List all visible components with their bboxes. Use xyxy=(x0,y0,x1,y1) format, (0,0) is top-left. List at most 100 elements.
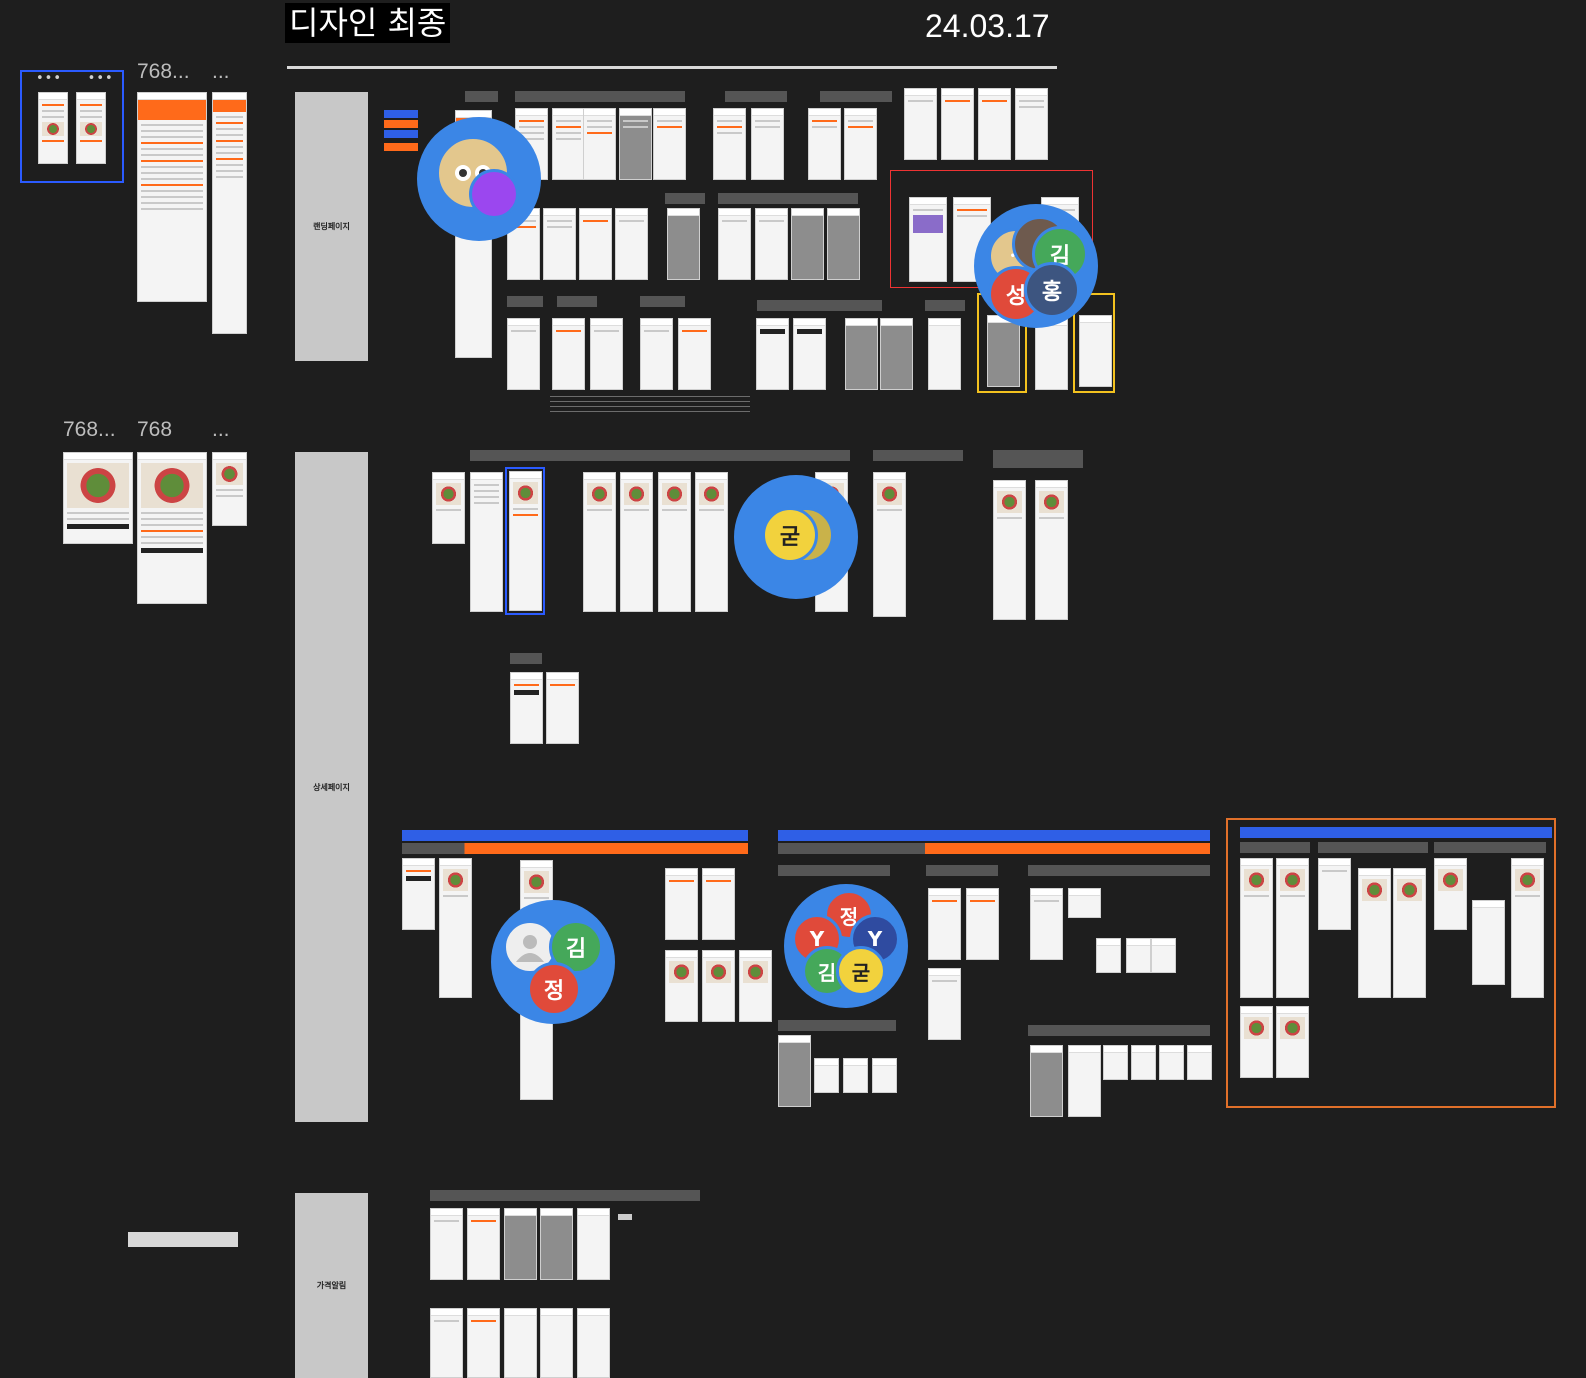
mini-banner[interactable] xyxy=(384,143,418,151)
screen[interactable] xyxy=(978,88,1011,160)
screen[interactable] xyxy=(928,888,961,960)
mini-banner[interactable] xyxy=(384,120,418,128)
screen[interactable] xyxy=(904,88,937,160)
screen[interactable] xyxy=(579,208,612,280)
screen[interactable] xyxy=(987,315,1020,387)
screen[interactable] xyxy=(739,950,772,1022)
screen[interactable] xyxy=(1240,858,1273,998)
screen[interactable] xyxy=(504,1308,537,1378)
more-label[interactable]: ... xyxy=(212,418,230,442)
screen[interactable] xyxy=(615,208,648,280)
collaborator-cursor[interactable]: 굳 xyxy=(734,475,858,599)
screen[interactable] xyxy=(1096,938,1121,973)
more-label[interactable]: ... xyxy=(212,60,230,84)
placeholder-bar[interactable] xyxy=(128,1232,238,1247)
screen[interactable] xyxy=(583,108,616,180)
screen[interactable] xyxy=(540,1308,573,1378)
mini-banner[interactable] xyxy=(384,130,418,138)
screen[interactable] xyxy=(509,471,542,611)
screen[interactable] xyxy=(808,108,841,180)
screen[interactable] xyxy=(1318,858,1351,930)
screen[interactable] xyxy=(504,1208,537,1280)
screen[interactable] xyxy=(1068,888,1101,918)
screen[interactable] xyxy=(467,1308,500,1378)
detail-frame-narrow[interactable] xyxy=(212,452,247,526)
screen[interactable] xyxy=(941,88,974,160)
timeline-bar-blue[interactable] xyxy=(1240,827,1552,838)
frame-label[interactable]: 768... xyxy=(137,60,190,84)
screen[interactable] xyxy=(966,888,999,960)
screen[interactable] xyxy=(543,208,576,280)
screen[interactable] xyxy=(1131,1045,1156,1080)
screen[interactable] xyxy=(791,208,824,280)
screen[interactable] xyxy=(1276,1006,1309,1078)
detail-frame-768[interactable] xyxy=(137,452,207,604)
screen[interactable] xyxy=(1511,858,1544,998)
screen[interactable] xyxy=(695,472,728,612)
screen[interactable] xyxy=(470,472,503,612)
screen[interactable] xyxy=(993,480,1026,620)
small-label[interactable] xyxy=(618,1214,632,1220)
frame-label[interactable]: 768 xyxy=(137,418,172,442)
selected-screen[interactable] xyxy=(505,467,545,615)
screen[interactable] xyxy=(844,108,877,180)
collaborator-cursor[interactable]: 김 정 xyxy=(491,900,615,1024)
screen[interactable] xyxy=(1079,315,1112,387)
detail-frame-768[interactable] xyxy=(63,452,133,544)
screen[interactable] xyxy=(778,1035,811,1107)
screen[interactable] xyxy=(814,1058,839,1093)
screen[interactable] xyxy=(1472,900,1505,985)
screen[interactable] xyxy=(909,197,947,282)
screen[interactable] xyxy=(928,318,961,390)
selected-frame[interactable]: ••• ••• xyxy=(20,70,124,183)
landing-frame-narrow[interactable] xyxy=(212,92,247,334)
screen[interactable] xyxy=(756,318,789,390)
timeline-bar-blue[interactable] xyxy=(778,830,1210,841)
section-price-alert[interactable]: 가격알림 xyxy=(295,1193,368,1378)
screen[interactable] xyxy=(540,1208,573,1280)
screen[interactable] xyxy=(590,318,623,390)
collaborator-cursor[interactable]: 정 Y Y 김 굳 xyxy=(784,884,908,1008)
screen[interactable] xyxy=(718,208,751,280)
screen[interactable] xyxy=(577,1308,610,1378)
screen[interactable] xyxy=(439,858,472,998)
screen[interactable] xyxy=(827,208,860,280)
screen[interactable] xyxy=(430,1308,463,1378)
timeline-bar-orange[interactable] xyxy=(402,843,748,854)
highlight-box[interactable] xyxy=(1226,818,1556,1108)
screen[interactable] xyxy=(620,472,653,612)
screen[interactable] xyxy=(1434,858,1467,930)
screen[interactable] xyxy=(658,472,691,612)
screen[interactable] xyxy=(510,672,543,744)
screen[interactable] xyxy=(583,472,616,612)
mini-banner[interactable] xyxy=(384,110,418,118)
mobile-frame[interactable] xyxy=(76,92,106,164)
screen[interactable] xyxy=(432,472,465,544)
screen[interactable] xyxy=(467,1208,500,1280)
frame-label[interactable]: 768... xyxy=(63,418,116,442)
screen[interactable] xyxy=(1187,1045,1212,1080)
screen[interactable] xyxy=(880,318,913,390)
screen[interactable] xyxy=(1358,868,1391,998)
screen[interactable] xyxy=(665,950,698,1022)
timeline-bar-blue[interactable] xyxy=(402,830,748,841)
screen[interactable] xyxy=(1035,318,1068,390)
screen[interactable] xyxy=(619,108,652,180)
screen[interactable] xyxy=(702,868,735,940)
screen[interactable] xyxy=(702,950,735,1022)
screen[interactable] xyxy=(552,318,585,390)
screen[interactable] xyxy=(546,672,579,744)
screen[interactable] xyxy=(1103,1045,1128,1080)
screen[interactable] xyxy=(1393,868,1426,998)
screen[interactable] xyxy=(1159,1045,1184,1080)
screen[interactable] xyxy=(873,472,906,617)
landing-frame-768[interactable] xyxy=(137,92,207,302)
screen[interactable] xyxy=(678,318,711,390)
screen[interactable] xyxy=(665,868,698,940)
screen[interactable] xyxy=(755,208,788,280)
screen[interactable] xyxy=(1030,888,1063,960)
screen[interactable] xyxy=(751,108,784,180)
screen[interactable] xyxy=(713,108,746,180)
screen[interactable] xyxy=(430,1208,463,1280)
collaborator-cursor[interactable] xyxy=(417,117,541,241)
